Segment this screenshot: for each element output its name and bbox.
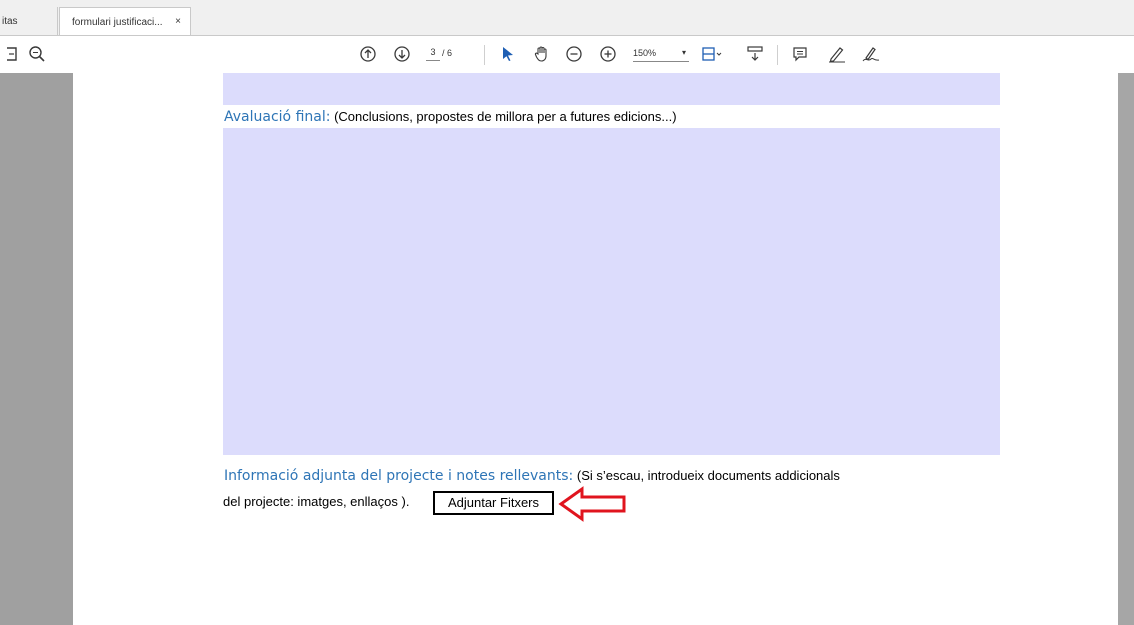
tab-previous-document[interactable]: itas [0, 7, 58, 36]
zoom-out-icon[interactable] [562, 42, 586, 66]
page-down-icon[interactable] [390, 42, 414, 66]
hand-tool-icon[interactable] [530, 42, 554, 66]
current-page-input[interactable]: 3 [426, 47, 440, 61]
close-tab-icon[interactable]: × [175, 16, 181, 27]
save-icon[interactable] [0, 42, 24, 66]
section-title-text: Avaluació final: [224, 109, 331, 125]
document-viewer[interactable]: Avaluació final: (Conclusions, propostes… [0, 73, 1134, 625]
form-field-previous[interactable] [223, 73, 1000, 105]
tab-bar: itas formulari justificaci... × [0, 0, 1134, 37]
comment-icon[interactable] [788, 42, 812, 66]
fit-page-icon[interactable] [700, 42, 724, 66]
zoom-value: 150% [633, 48, 657, 58]
pdf-page: Avaluació final: (Conclusions, propostes… [73, 73, 1118, 625]
attach-files-button[interactable]: Adjuntar Fitxers [433, 491, 554, 515]
toolbar-separator [484, 45, 485, 65]
tab-label: formulari justificaci... [72, 17, 163, 28]
zoom-in-icon[interactable] [596, 42, 620, 66]
sign-icon[interactable] [859, 42, 883, 66]
zoom-level-select[interactable]: 150% ▾ [633, 48, 689, 62]
tab-formulari-justificacio[interactable]: formulari justificaci... × [59, 7, 191, 37]
chevron-down-icon: ▾ [681, 48, 686, 57]
toolbar-separator [777, 45, 778, 65]
form-field-avaluacio-final[interactable] [223, 128, 1000, 455]
section-note: (Si s’escau, introdueix documents addici… [573, 468, 840, 483]
total-pages: / 6 [442, 48, 453, 58]
section-title-avaluacio: Avaluació final: (Conclusions, propostes… [224, 109, 677, 125]
section-title-informacio: Informació adjunta del projecte i notes … [224, 468, 840, 484]
zoom-search-icon[interactable] [25, 42, 49, 66]
section-title-text: Informació adjunta del projecte i notes … [224, 468, 574, 484]
tab-label: itas [2, 16, 18, 27]
page-up-icon[interactable] [356, 42, 380, 66]
highlight-pen-icon[interactable] [825, 42, 849, 66]
scroll-mode-icon[interactable] [743, 42, 767, 66]
red-arrow-icon [558, 486, 626, 522]
pdf-toolbar: 3 / 6 150% ▾ [0, 36, 1134, 73]
scrollbar[interactable] [1118, 73, 1134, 625]
section-note-continuation: del projecte: imatges, enllaços ). [223, 494, 410, 509]
select-pointer-icon[interactable] [496, 42, 520, 66]
section-note: (Conclusions, propostes de millora per a… [330, 109, 677, 124]
